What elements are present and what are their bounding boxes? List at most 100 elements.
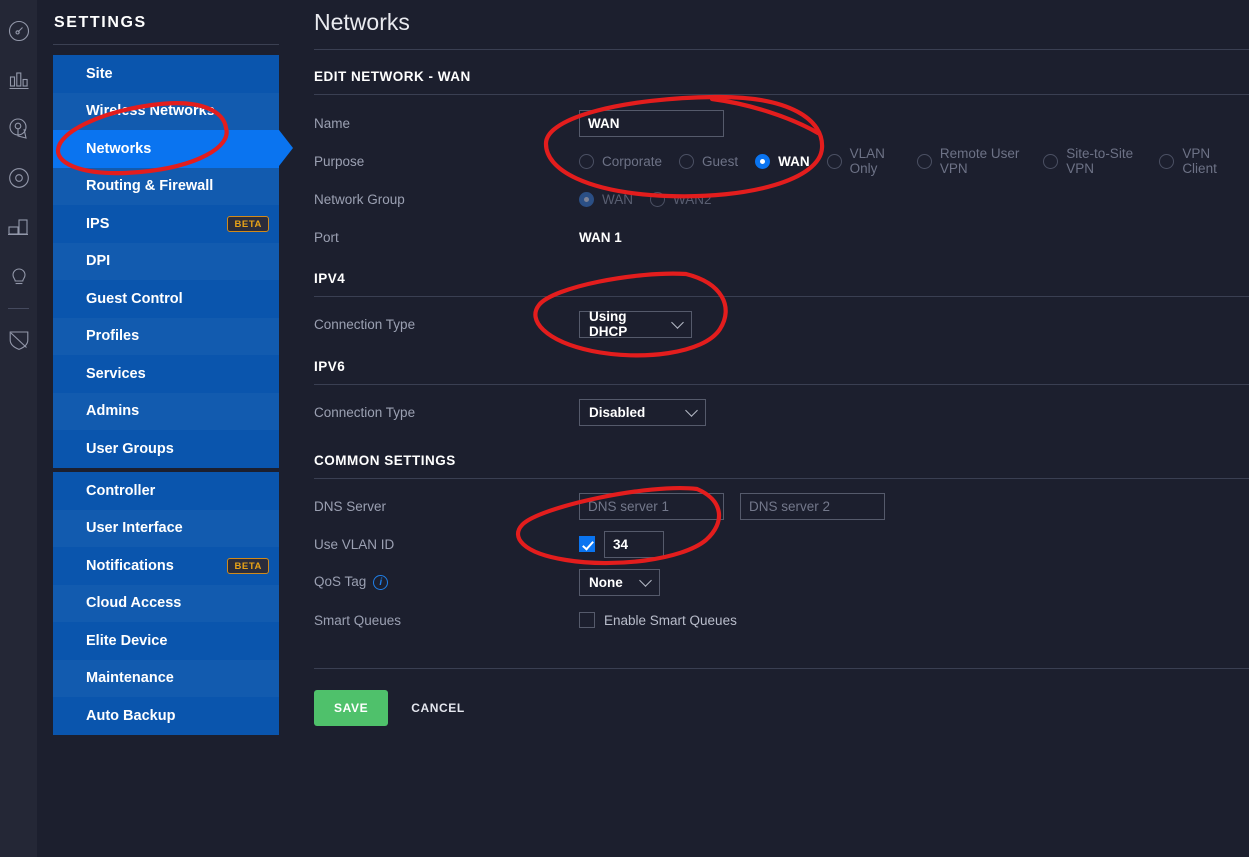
shield-insights-icon[interactable] <box>0 315 37 364</box>
sidebar-item-site[interactable]: Site <box>53 55 279 93</box>
radio-indicator <box>916 153 932 169</box>
qos-tag-row: QoS Tag i None <box>314 563 1249 601</box>
sidebar-item-label: Controller <box>86 482 156 499</box>
name-label: Name <box>314 115 351 131</box>
settings-nav-group-primary: Site Wireless Networks Networks Routing & F… <box>53 55 293 468</box>
enable-smart-queues-checkbox[interactable] <box>579 612 595 628</box>
main-content: Networks EDIT NETWORK - WAN Name Purpose… <box>295 0 1249 857</box>
ipv4-connection-type-select[interactable]: Using DHCP <box>579 309 692 339</box>
cancel-button[interactable]: CANCEL <box>411 701 465 715</box>
sidebar-item-label: Routing & Firewall <box>86 178 214 195</box>
qos-tag-label: QoS Tag i <box>314 574 579 590</box>
sidebar-item-label: IPS <box>86 215 110 232</box>
radio-label: Remote User VPN <box>939 146 1020 176</box>
sidebar-item-ips[interactable]: IPS BETA <box>53 205 279 243</box>
common-settings-section-title: COMMON SETTINGS <box>314 453 456 468</box>
radio-indicator <box>1159 153 1175 169</box>
ipv6-connection-type-row: Connection Type Disabled <box>314 393 1249 431</box>
use-vlan-id-checkbox[interactable] <box>579 536 595 552</box>
use-vlan-id-row: Use VLAN ID <box>314 525 1249 563</box>
map-pin-icon[interactable] <box>0 104 37 153</box>
dns-server-1-input[interactable] <box>579 492 724 520</box>
radio-option-vpn-client[interactable]: VPN Client <box>1159 146 1232 176</box>
sidebar-item-label: Services <box>86 365 146 382</box>
radio-option-wan[interactable]: WAN <box>579 191 633 207</box>
radio-label: WAN2 <box>673 191 712 207</box>
radio-label: VPN Client <box>1182 146 1217 176</box>
sidebar-item-label: Auto Backup <box>86 707 176 724</box>
settings-nav-group-secondary: Controller User Interface Notifications BET… <box>53 472 279 735</box>
sidebar-item-label: Wireless Networks <box>86 103 215 120</box>
network-name-input[interactable] <box>579 109 724 137</box>
ipv4-connection-type-value: Using DHCP <box>589 309 628 339</box>
radio-label: Corporate <box>602 153 663 169</box>
purpose-label: Purpose <box>314 153 365 169</box>
radio-option-site-to-site-vpn[interactable]: Site-to-Site VPN <box>1043 146 1142 176</box>
sidebar-item-services[interactable]: Services <box>53 355 279 393</box>
sidebar-item-label: Elite Device <box>86 632 168 649</box>
radio-option-vlan-only[interactable]: VLAN Only <box>826 146 900 176</box>
sidebar-item-label: User Interface <box>86 520 183 537</box>
page-title: Networks <box>314 9 410 35</box>
unifi-settings-window: SETTINGS Site Wireless Networks Networks Ro… <box>0 0 1249 857</box>
sidebar-item-notifications[interactable]: Notifications BETA <box>53 547 279 585</box>
sidebar-item-admins[interactable]: Admins <box>53 393 279 431</box>
dashboard-gauge-icon[interactable] <box>0 6 37 55</box>
radio-option-corporate[interactable]: Corporate <box>579 153 663 169</box>
beta-badge: BETA <box>227 557 269 574</box>
sidebar-item-dpi[interactable]: DPI <box>53 243 279 281</box>
sidebar-item-guest-control[interactable]: Guest Control <box>53 280 279 318</box>
sidebar-item-profiles[interactable]: Profiles <box>53 318 279 356</box>
dns-server-2-input[interactable] <box>740 492 885 520</box>
sidebar-item-label: Networks <box>86 140 152 157</box>
sidebar-item-label: Maintenance <box>86 670 174 687</box>
vlan-id-input[interactable] <box>604 530 664 558</box>
qos-tag-select[interactable]: None <box>579 568 660 596</box>
radio-option-wan2[interactable]: WAN2 <box>650 191 712 207</box>
beta-badge: BETA <box>227 215 269 232</box>
chevron-down-icon <box>671 316 684 329</box>
info-icon[interactable]: i <box>373 574 389 590</box>
port-row: Port WAN 1 <box>314 218 1249 256</box>
ipv4-divider <box>314 296 1249 297</box>
sidebar-item-controller[interactable]: Controller <box>53 472 279 510</box>
sidebar-item-wireless-networks[interactable]: Wireless Networks <box>53 93 279 131</box>
devices-circle-icon[interactable] <box>0 153 37 202</box>
smart-queues-label: Smart Queues <box>314 612 402 628</box>
port-value: WAN 1 <box>579 229 622 245</box>
sidebar-item-cloud-access[interactable]: Cloud Access <box>53 585 279 623</box>
radio-option-guest[interactable]: Guest <box>679 153 739 169</box>
radio-label: Guest <box>702 153 739 169</box>
settings-divider <box>53 44 279 45</box>
ipv6-divider <box>314 384 1249 385</box>
radio-indicator <box>650 191 665 207</box>
radio-option-wan[interactable]: WAN <box>755 153 810 169</box>
dns-server-row: DNS Server <box>314 487 1249 525</box>
sidebar-item-routing-firewall[interactable]: Routing & Firewall <box>53 168 279 206</box>
sidebar-item-networks[interactable]: Networks <box>53 130 293 168</box>
left-icon-rail <box>0 0 37 857</box>
ipv6-connection-type-select[interactable]: Disabled <box>579 398 706 426</box>
qos-tag-label-text: QoS Tag <box>314 574 367 590</box>
clients-bulb-icon[interactable] <box>0 251 37 300</box>
rail-divider <box>8 308 29 309</box>
radio-indicator <box>826 153 842 169</box>
settings-sidebar: SETTINGS Site Wireless Networks Networks Ro… <box>37 0 295 857</box>
radio-indicator <box>755 153 771 169</box>
statistics-bar-chart-icon[interactable] <box>0 55 37 104</box>
ipv4-section-title: IPV4 <box>314 271 346 286</box>
ipv4-connection-type-label: Connection Type <box>314 316 416 332</box>
save-button[interactable]: SAVE <box>314 690 389 726</box>
sidebar-item-label: Site <box>86 65 113 82</box>
sidebar-item-elite-device[interactable]: Elite Device <box>53 622 279 660</box>
sidebar-item-auto-backup[interactable]: Auto Backup <box>53 697 279 735</box>
radio-option-remote-user-vpn[interactable]: Remote User VPN <box>916 146 1026 176</box>
sidebar-item-user-interface[interactable]: User Interface <box>53 510 279 548</box>
devices-stack-icon[interactable] <box>0 202 37 251</box>
sidebar-item-user-groups[interactable]: User Groups <box>53 430 279 468</box>
radio-label: WAN <box>778 153 810 169</box>
chevron-down-icon <box>685 404 698 417</box>
sidebar-item-maintenance[interactable]: Maintenance <box>53 660 279 698</box>
ipv6-connection-type-value: Disabled <box>589 404 646 420</box>
ipv6-section-title: IPV6 <box>314 359 346 374</box>
